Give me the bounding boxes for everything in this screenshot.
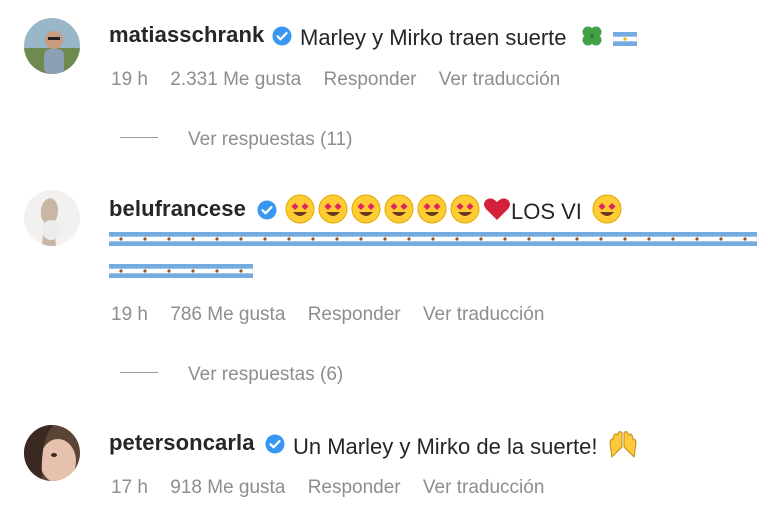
argentina-flag-icon xyxy=(612,32,637,46)
argentina-flag-icon xyxy=(109,263,133,278)
argentina-flag-icon xyxy=(253,231,277,246)
avatar[interactable] xyxy=(24,425,80,481)
comment-time: 19 h xyxy=(111,69,148,90)
likes-button[interactable]: 2.331 Me gusta xyxy=(170,69,301,91)
argentina-flag-icon xyxy=(205,263,229,278)
heart-eyes-emoji-group xyxy=(285,194,483,224)
red-heart-icon xyxy=(483,196,511,228)
heart-eyes-face-icon xyxy=(592,194,622,230)
heart-eyes-face-icon xyxy=(384,194,414,230)
argentina-flag-icon xyxy=(613,231,637,246)
verified-badge-icon xyxy=(272,26,292,46)
argentina-flag-icon xyxy=(709,231,733,246)
argentina-flag-icon xyxy=(637,231,661,246)
argentina-flag-icon xyxy=(661,231,685,246)
argentina-flag-icon xyxy=(493,231,517,246)
view-replies-button[interactable]: Ver respuestas (11) xyxy=(120,129,352,151)
translate-button[interactable]: Ver traducción xyxy=(423,477,544,499)
comment-text: Un Marley y Mirko de la suerte! xyxy=(293,431,638,465)
argentina-flag-icon xyxy=(397,231,421,246)
avatar[interactable] xyxy=(24,18,80,74)
reply-button[interactable]: Responder xyxy=(324,69,417,91)
argentina-flag-icon xyxy=(181,263,205,278)
comment-username[interactable]: belufrancese xyxy=(109,196,246,222)
verified-badge-icon xyxy=(265,434,285,454)
argentina-flag-icon xyxy=(133,231,157,246)
argentina-flag-icon xyxy=(589,231,613,246)
argentina-flag-icon xyxy=(205,231,229,246)
argentina-flag-icon xyxy=(373,231,397,246)
argentina-flag-icon xyxy=(157,231,181,246)
flag-emoji-row xyxy=(109,230,757,248)
heart-eyes-face-icon xyxy=(417,194,447,230)
raising-hands-icon xyxy=(608,431,638,465)
replies-divider xyxy=(120,372,158,374)
argentina-flag-icon xyxy=(565,231,589,246)
likes-button[interactable]: 918 Me gusta xyxy=(170,477,285,499)
argentina-flag-icon xyxy=(301,231,325,246)
reply-button[interactable]: Responder xyxy=(308,304,401,326)
view-replies-label: Ver respuestas (11) xyxy=(188,129,353,150)
argentina-flag-icon xyxy=(421,231,445,246)
likes-button[interactable]: 786 Me gusta xyxy=(170,304,285,326)
comment-username[interactable]: petersoncarla xyxy=(109,430,255,456)
argentina-flag-icon xyxy=(685,231,709,246)
heart-eyes-face-icon xyxy=(351,194,381,230)
comment-text: LOS VI xyxy=(285,194,622,230)
avatar[interactable] xyxy=(24,190,80,246)
comment-meta: 19 h 2.331 Me gusta Responder Ver traduc… xyxy=(111,69,577,91)
argentina-flag-icon xyxy=(229,263,253,278)
translate-button[interactable]: Ver traducción xyxy=(423,304,544,326)
argentina-flag-icon xyxy=(157,263,181,278)
argentina-flag-icon xyxy=(181,231,205,246)
four-leaf-clover-icon xyxy=(579,23,605,55)
comment-text-body: Marley y Mirko traen suerte xyxy=(300,24,567,50)
argentina-flag-icon xyxy=(349,231,373,246)
argentina-flag-icon xyxy=(229,231,253,246)
comment-username[interactable]: matiasschrank xyxy=(109,22,264,48)
argentina-flag-icon xyxy=(733,231,757,246)
comment-text-body: Un Marley y Mirko de la suerte! xyxy=(293,433,598,459)
comment-text-body: LOS VI xyxy=(511,199,582,224)
translate-button[interactable]: Ver traducción xyxy=(439,69,560,91)
argentina-flag-icon xyxy=(325,231,349,246)
comment-meta: 19 h 786 Me gusta Responder Ver traducci… xyxy=(111,304,561,326)
argentina-flag-icon xyxy=(277,231,301,246)
reply-button[interactable]: Responder xyxy=(308,477,401,499)
argentina-flag-icon xyxy=(517,231,541,246)
flag-emoji-row xyxy=(109,262,253,280)
argentina-flag-icon xyxy=(541,231,565,246)
heart-eyes-face-icon xyxy=(318,194,348,230)
heart-eyes-face-icon xyxy=(285,194,315,230)
heart-eyes-face-icon xyxy=(450,194,480,230)
view-replies-button[interactable]: Ver respuestas (6) xyxy=(120,364,343,386)
argentina-flag-icon xyxy=(109,231,133,246)
argentina-flag-icon xyxy=(445,231,469,246)
verified-badge-icon xyxy=(257,200,277,220)
argentina-flag-icon xyxy=(133,263,157,278)
replies-divider xyxy=(120,137,158,139)
view-replies-label: Ver respuestas (6) xyxy=(188,364,344,385)
comment-time: 17 h xyxy=(111,477,148,498)
argentina-flag-icon xyxy=(469,231,493,246)
comment-meta: 17 h 918 Me gusta Responder Ver traducci… xyxy=(111,477,561,499)
comment-text: Marley y Mirko traen suerte xyxy=(300,23,637,55)
comment-time: 19 h xyxy=(111,304,148,325)
